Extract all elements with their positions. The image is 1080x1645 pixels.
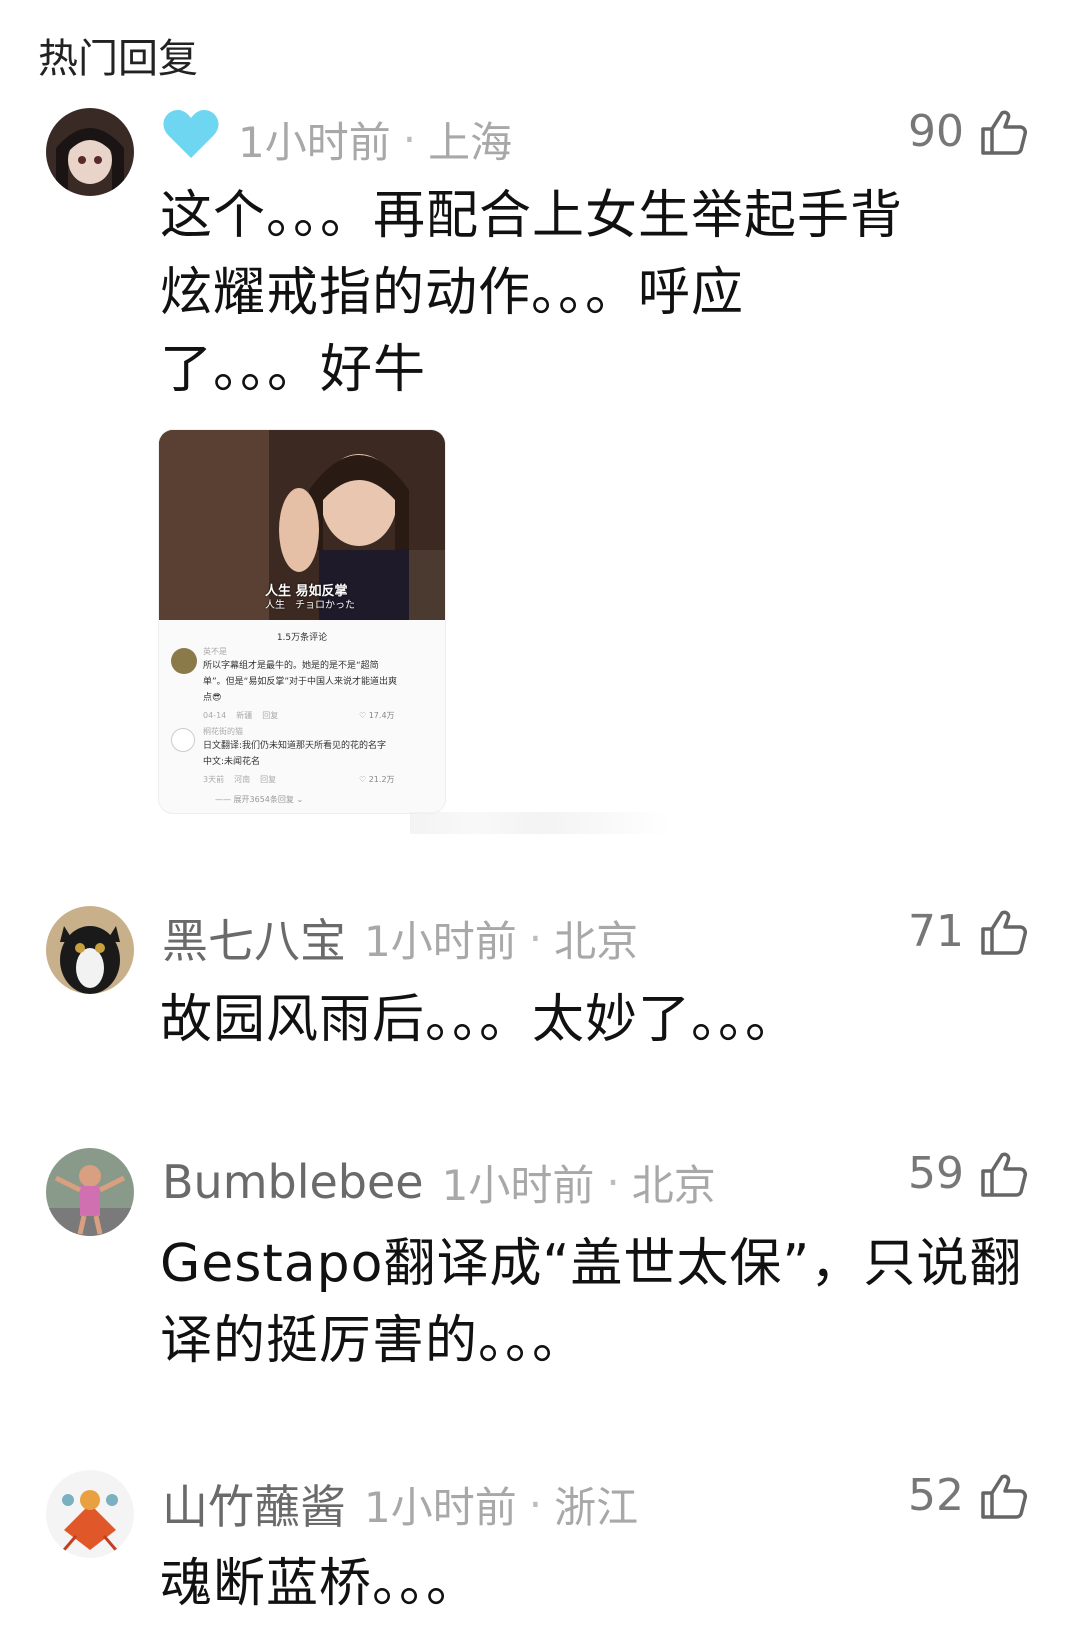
- section-title: 热门回复: [38, 36, 198, 82]
- mini-text: 所以字幕组才是最牛的。她是的是不是“超简 单”。但是“易如反掌”对于中国人来说才…: [203, 661, 397, 703]
- comment-line: 魂断蓝桥。。。: [160, 1554, 480, 1614]
- comment-line: Gestapo翻译成“盖世太保”，只说翻: [160, 1234, 1023, 1294]
- mini-like: ♡ 21.2万: [359, 775, 395, 784]
- user-name[interactable]: 黑七八宝: [162, 905, 346, 971]
- user-name[interactable]: 山竹蘸酱: [162, 1471, 346, 1537]
- mini-info: 04-14 新疆 回复: [203, 711, 279, 720]
- comment-time: 1小时前: [364, 1482, 517, 1532]
- thumbs-up-icon: [978, 107, 1028, 157]
- comment-line: 故园风雨后。。。太妙了。。。: [160, 990, 799, 1050]
- thumbs-up-icon: [978, 907, 1028, 957]
- comment-time: 1小时前: [238, 117, 391, 167]
- comment-text: 魂断蓝桥。。。: [160, 1546, 1040, 1623]
- comment-text: 这个。。。再配合上女生举起手背 炫耀戒指的动作。。。呼应 了。。。好牛: [160, 178, 1040, 409]
- heart-icon: [162, 108, 220, 170]
- comment-time: 1小时前: [441, 1160, 595, 1210]
- like-count: 71: [908, 906, 964, 957]
- comment-location: 北京: [554, 916, 639, 966]
- comment-text: Gestapo翻译成“盖世太保”，只说翻 译的挺厉害的。。。: [160, 1226, 1040, 1380]
- separator: ·: [528, 1479, 543, 1529]
- embedded-screenshot[interactable]: 人生 易如反掌 人生 チョロかった 1.5万条评论 英不是 所以字幕组才是最牛的…: [159, 430, 445, 813]
- watermark-strip: [410, 812, 670, 834]
- expand-replies: —— 展开3654条回复 ⌄: [215, 795, 304, 804]
- avatar[interactable]: [46, 108, 134, 196]
- separator: ·: [528, 913, 543, 963]
- thumbs-up-icon: [978, 1149, 1028, 1199]
- like-count: 52: [908, 1470, 964, 1521]
- mini-avatar: [171, 728, 195, 752]
- like-count: 59: [908, 1148, 964, 1199]
- avatar[interactable]: [46, 1148, 134, 1236]
- user-name[interactable]: Bumblebee: [162, 1155, 424, 1209]
- like-button[interactable]: 52: [908, 1470, 1028, 1521]
- comment-time: 1小时前: [364, 916, 517, 966]
- comment-count: 1.5万条评论: [276, 633, 328, 643]
- comment-location: 浙江: [554, 1482, 639, 1532]
- comment-location: 北京: [631, 1160, 716, 1210]
- mini-info: 3天前 河南 回复: [203, 775, 277, 784]
- subtitle-jp: 人生 チョロかった: [265, 600, 355, 611]
- avatar[interactable]: [46, 906, 134, 994]
- like-button[interactable]: 90: [908, 106, 1028, 157]
- comment-location: 上海: [428, 117, 513, 167]
- like-button[interactable]: 59: [908, 1148, 1028, 1199]
- comment-text: 故园风雨后。。。太妙了。。。: [160, 982, 1040, 1059]
- mini-text: 日文翻译:我们仍未知道那天所看见的花的名字 中文:未闻花名: [203, 741, 387, 767]
- thumbs-up-icon: [978, 1471, 1028, 1521]
- like-count: 90: [908, 106, 964, 157]
- comment-line: 这个。。。再配合上女生举起手背: [160, 186, 904, 246]
- separator: ·: [606, 1157, 620, 1207]
- comment-line: 炫耀戒指的动作。。。呼应: [160, 263, 745, 323]
- separator: ·: [402, 114, 417, 164]
- mini-avatar: [171, 648, 197, 674]
- avatar[interactable]: [46, 1470, 134, 1558]
- comment-line: 了。。。好牛: [160, 340, 427, 400]
- mini-like: ♡ 17.4万: [359, 711, 395, 720]
- comment-line: 译的挺厉害的。。。: [160, 1311, 586, 1371]
- like-button[interactable]: 71: [908, 906, 1028, 957]
